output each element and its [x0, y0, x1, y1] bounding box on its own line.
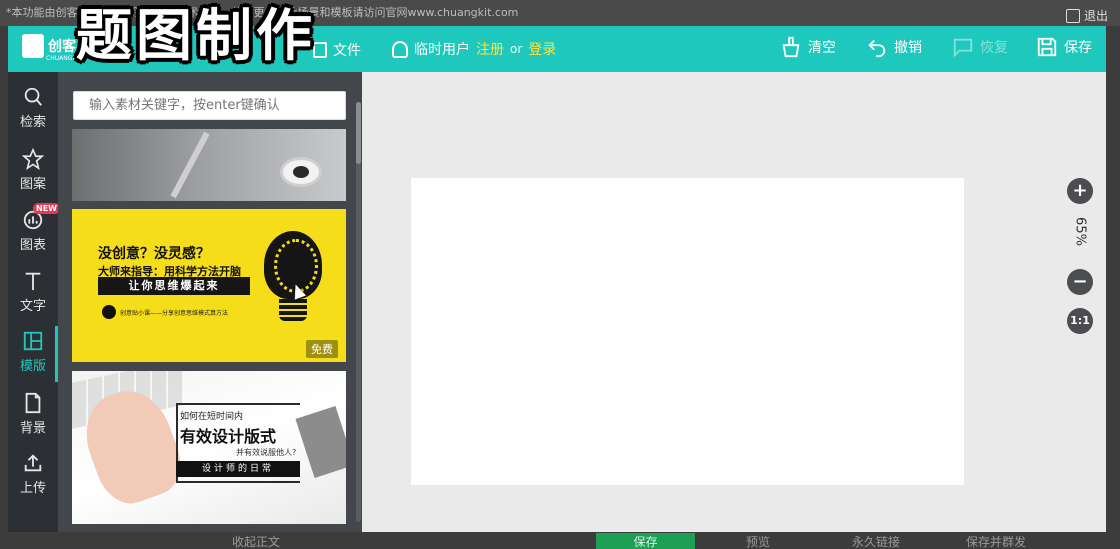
user-area: 临时用户 注册 or 登录 — [392, 39, 556, 59]
video-overlay-title: 题图制作 — [76, 4, 316, 69]
new-badge: NEW — [33, 203, 60, 214]
rail-item-search[interactable]: 检索 — [8, 78, 58, 138]
clear-label: 清空 — [808, 40, 836, 56]
file-label: 文件 — [333, 43, 361, 59]
user-label: 临时用户 — [414, 42, 470, 58]
card-line1: 如何在短时间内 — [180, 412, 244, 422]
rail-item-chart[interactable]: NEW 图表 — [8, 201, 60, 261]
zoom-in-button[interactable]: + — [1067, 178, 1093, 204]
redo-icon — [953, 38, 973, 58]
broom-icon — [782, 36, 800, 58]
rail-label: 上传 — [19, 481, 46, 496]
card-caption: 创意贴小课——分享创意思维模式算方法 — [120, 309, 229, 317]
pen-graphic — [170, 131, 210, 199]
coffee-cup-graphic — [280, 157, 322, 187]
file-menu-button[interactable]: 文件 — [313, 40, 361, 60]
zoom-level: 65% — [1072, 217, 1088, 246]
redo-label: 恢复 — [980, 40, 1008, 56]
editor-app: 创客 CHUANGKIT 文件 临时用户 注册 or 登录 清空 撤销 恢复 保… — [8, 26, 1106, 532]
upload-icon — [24, 454, 42, 472]
logo: 创客 CHUANGKIT — [22, 34, 82, 62]
exit-icon — [1065, 9, 1080, 23]
rail-item-upload[interactable]: 上传 — [8, 444, 58, 504]
rail-item-template[interactable]: 模版 — [8, 322, 58, 382]
card-banner: 让你思维爆起来 — [98, 277, 250, 295]
scrollbar-thumb[interactable] — [356, 102, 361, 164]
card-banner: 设计师的日常 — [176, 461, 300, 477]
card-line2: 有效设计版式 — [180, 427, 277, 446]
background-icon — [25, 392, 41, 414]
permalink-button[interactable]: 永久链接 — [852, 533, 900, 549]
rail-label: 检索 — [19, 115, 46, 130]
lightbulb-base-icon — [279, 299, 307, 321]
panel-scrollbar[interactable] — [356, 102, 361, 522]
logo-text: 创客 — [48, 39, 76, 55]
template-card-layout[interactable]: 如何在短时间内 有效设计版式 并有效说服他人? 设计师的日常 — [72, 371, 346, 524]
preview-button[interactable]: 预览 — [746, 533, 770, 549]
save-icon — [1037, 37, 1057, 57]
paper-graphic — [295, 406, 346, 478]
bottom-bar: 收起正文 保存 预览 永久链接 保存并群发 — [0, 532, 1120, 549]
user-icon — [392, 40, 408, 58]
avatar-icon — [102, 305, 116, 319]
card-small-text: 创意贴小课——分享创意思维模式算方法 — [102, 305, 228, 319]
clear-button[interactable]: 清空 — [780, 36, 836, 58]
template-icon — [23, 331, 43, 351]
rail-item-pattern[interactable]: 图案 — [8, 140, 58, 200]
rail-label: 图表 — [19, 238, 46, 253]
card-headline: 没创意？没灵感？ — [98, 246, 210, 262]
register-link[interactable]: 注册 — [476, 39, 504, 59]
text-icon — [25, 272, 41, 291]
redo-button[interactable]: 恢复 — [952, 36, 1008, 58]
login-link[interactable]: 登录 — [528, 39, 556, 59]
material-search-input[interactable] — [73, 91, 346, 120]
bottom-save-button[interactable]: 保存 — [596, 533, 695, 549]
actual-size-button[interactable]: 1:1 — [1067, 308, 1093, 334]
star-icon — [22, 148, 44, 170]
or-text: or — [510, 42, 523, 56]
template-card-creativity[interactable]: 没创意？没灵感？ 大师来指导：用科学方法开脑 让你思维爆起来 创意贴小课——分享… — [72, 209, 346, 362]
save-publish-button[interactable]: 保存并群发 — [966, 533, 1026, 549]
rail-item-background[interactable]: 背景 — [8, 384, 58, 444]
rail-label: 模版 — [19, 359, 46, 374]
logo-mark-icon — [22, 34, 44, 58]
search-icon — [24, 87, 42, 106]
save-button[interactable]: 保存 — [1036, 36, 1092, 58]
collapse-body-button[interactable]: 收起正文 — [232, 533, 280, 549]
undo-label: 撤销 — [894, 40, 922, 56]
template-panel: 没创意？没灵感？ 大师来指导：用科学方法开脑 让你思维爆起来 创意贴小课——分享… — [58, 72, 362, 532]
card-line3: 并有效说服他人? — [236, 448, 297, 457]
rail-label: 文字 — [19, 299, 46, 314]
rail-item-text[interactable]: 文字 — [8, 262, 58, 322]
undo-button[interactable]: 撤销 — [866, 36, 922, 58]
design-canvas[interactable] — [411, 178, 964, 485]
template-card-coffee[interactable] — [72, 129, 346, 201]
save-label: 保存 — [1064, 40, 1092, 56]
rail-label: 图案 — [19, 177, 46, 192]
free-badge: 免费 — [306, 340, 338, 358]
zoom-out-button[interactable]: − — [1067, 269, 1093, 295]
rail-label: 背景 — [19, 421, 46, 436]
canvas-area: + 65% − 1:1 — [364, 72, 1106, 532]
undo-icon — [868, 39, 886, 58]
left-rail: 检索 图案 NEW 图表 文字 模版 背景 上传 — [8, 72, 60, 532]
